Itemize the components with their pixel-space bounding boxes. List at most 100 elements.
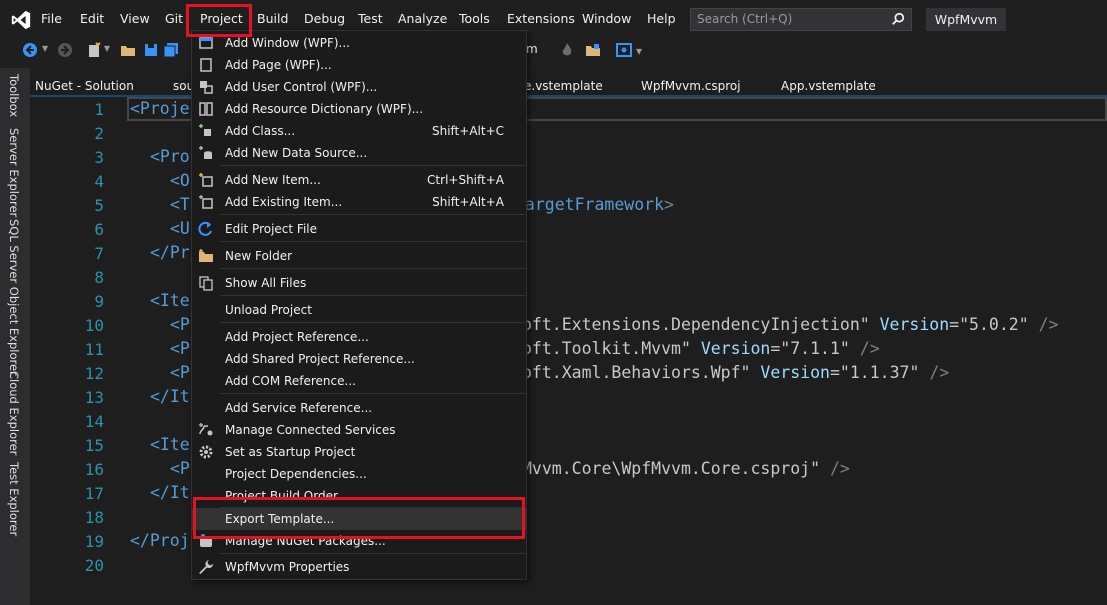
- menu-test[interactable]: Test: [358, 11, 383, 29]
- add-page-icon: [200, 58, 212, 72]
- side-tab-cloud-explorer[interactable]: Cloud Explorer: [7, 371, 21, 455]
- menu-debug[interactable]: Debug: [304, 11, 345, 29]
- search-box[interactable]: Search (Ctrl+Q): [690, 8, 912, 31]
- window-layout-icon[interactable]: [616, 42, 632, 58]
- menu-separator: [220, 165, 525, 166]
- menu-item-label: Add User Control (WPF)...: [225, 80, 378, 94]
- line-number: 18: [84, 508, 104, 527]
- code-line-12-end: oft.Xaml.Behaviors.Wpf" Version="1.1.37"…: [522, 363, 949, 382]
- menu-item-show-all-files[interactable]: Show All Files: [192, 272, 526, 294]
- save-all-icon[interactable]: [163, 42, 179, 58]
- menu-tools[interactable]: Tools: [459, 11, 490, 29]
- menu-build[interactable]: Build: [257, 11, 288, 29]
- tab-vstemplate[interactable]: e.vstemplate: [524, 79, 603, 93]
- menu-item-add-page[interactable]: Add Page (WPF)...: [192, 54, 526, 76]
- back-icon[interactable]: [22, 42, 38, 58]
- code-line-9: <Ite: [150, 291, 190, 310]
- menu-item-label: Add New Item...: [225, 173, 321, 187]
- menu-item-add-service-reference[interactable]: Add Service Reference...: [192, 397, 526, 419]
- menu-separator: [220, 268, 525, 269]
- connected-services-icon: [199, 423, 213, 436]
- menu-extensions[interactable]: Extensions: [507, 11, 575, 29]
- code-line-7: </Pr: [150, 243, 190, 262]
- menu-item-add-shared-project-reference[interactable]: Add Shared Project Reference...: [192, 348, 526, 370]
- menu-item-edit-project-file[interactable]: Edit Project File: [192, 218, 526, 240]
- line-number: 2: [94, 124, 104, 143]
- side-tab-test-explorer[interactable]: Test Explorer: [7, 462, 21, 536]
- line-number: 5: [94, 196, 104, 215]
- menu-item-add-com-reference[interactable]: Add COM Reference...: [192, 370, 526, 392]
- new-project-icon[interactable]: [86, 42, 102, 58]
- line-number: 9: [94, 292, 104, 311]
- menu-item-new-folder[interactable]: New Folder: [192, 245, 526, 267]
- menu-separator: [220, 241, 525, 242]
- line-number: 12: [84, 364, 104, 383]
- code-line-13: </It: [150, 387, 190, 406]
- menu-separator: [220, 393, 525, 394]
- menu-item-add-new-item[interactable]: Add New Item... Ctrl+Shift+A: [192, 169, 526, 191]
- menu-window[interactable]: Window: [582, 11, 631, 29]
- menu-item-add-new-data-source[interactable]: Add New Data Source...: [192, 142, 526, 164]
- menu-item-label: Add Service Reference...: [225, 401, 373, 415]
- menu-item-label: Add COM Reference...: [225, 374, 356, 388]
- menu-item-shortcut: Shift+Alt+A: [432, 195, 504, 209]
- side-tab-toolbox[interactable]: Toolbox: [7, 74, 21, 117]
- menu-item-label: Add Page (WPF)...: [225, 58, 332, 72]
- menu-separator: [220, 322, 525, 323]
- code-line-10: <P: [170, 315, 190, 334]
- menu-git[interactable]: Git: [165, 11, 183, 29]
- tab-wpfmvvm-csproj[interactable]: WpfMvvm.csproj: [641, 79, 741, 93]
- toolbar-overflow-icon[interactable]: ▾: [636, 44, 642, 60]
- menu-item-label: Show All Files: [225, 276, 307, 290]
- save-icon[interactable]: [143, 42, 159, 58]
- folder-search-icon[interactable]: [585, 42, 601, 58]
- new-dropdown-icon[interactable]: ▾: [104, 41, 110, 57]
- menu-separator: [220, 553, 525, 554]
- menu-item-properties[interactable]: WpfMvvm Properties: [192, 556, 526, 578]
- menu-item-set-as-startup-project[interactable]: Set as Startup Project: [192, 441, 526, 463]
- line-number: 15: [84, 436, 104, 455]
- menu-item-label: Add Class...: [225, 124, 296, 138]
- menu-edit[interactable]: Edit: [80, 11, 104, 29]
- menu-item-label: WpfMvvm Properties: [225, 560, 350, 574]
- forward-icon[interactable]: [57, 42, 73, 58]
- line-number: 7: [94, 244, 104, 263]
- menu-item-shortcut: Ctrl+Shift+A: [427, 173, 504, 187]
- menu-item-add-class[interactable]: Add Class... Shift+Alt+C: [192, 120, 526, 142]
- hot-reload-icon[interactable]: [560, 42, 574, 58]
- code-token: oft.Xaml.Behaviors.Wpf": [522, 363, 751, 382]
- menu-item-label: Project Dependencies...: [225, 467, 367, 481]
- line-number: 4: [94, 172, 104, 191]
- side-tab-server-explorer[interactable]: Server Explorer: [7, 128, 21, 217]
- line-number: 20: [84, 556, 104, 575]
- menu-item-unload-project[interactable]: Unload Project: [192, 299, 526, 321]
- line-number: 17: [84, 484, 104, 503]
- menu-item-add-resource-dictionary[interactable]: Add Resource Dictionary (WPF)...: [192, 98, 526, 120]
- menu-help[interactable]: Help: [647, 11, 676, 29]
- line-number: 8: [94, 268, 104, 287]
- gear-icon: [199, 445, 213, 459]
- menu-item-label: Add Window (WPF)...: [225, 36, 350, 50]
- tab-nuget-solution[interactable]: NuGet - Solution: [35, 79, 134, 93]
- menu-analyze[interactable]: Analyze: [398, 11, 447, 29]
- open-folder-icon[interactable]: [120, 42, 136, 58]
- add-window-icon: [199, 37, 213, 49]
- line-number: 3: [94, 148, 104, 167]
- side-tab-sql-server-object-explorer[interactable]: SQL Server Object Explorer: [7, 219, 21, 376]
- line-number: 10: [84, 316, 104, 335]
- menu-file[interactable]: File: [41, 11, 62, 29]
- tab-app-vstemplate[interactable]: App.vstemplate: [781, 79, 876, 93]
- visual-studio-logo-icon[interactable]: [10, 9, 32, 31]
- config-dropdown-value[interactable]: m: [526, 42, 538, 58]
- menu-item-shortcut: Shift+Alt+C: [431, 124, 504, 138]
- menu-item-add-user-control[interactable]: Add User Control (WPF)...: [192, 76, 526, 98]
- code-token: Version: [760, 363, 830, 382]
- menu-item-add-project-reference[interactable]: Add Project Reference...: [192, 326, 526, 348]
- menu-item-project-dependencies[interactable]: Project Dependencies...: [192, 463, 526, 485]
- menu-item-manage-connected-services[interactable]: Manage Connected Services: [192, 419, 526, 441]
- code-token: ="5.0.2": [949, 315, 1029, 334]
- menu-view[interactable]: View: [120, 11, 150, 29]
- menu-item-add-existing-item[interactable]: Add Existing Item... Shift+Alt+A: [192, 191, 526, 213]
- code-line-16: <P: [170, 459, 190, 478]
- back-dropdown-icon[interactable]: ▾: [42, 41, 48, 57]
